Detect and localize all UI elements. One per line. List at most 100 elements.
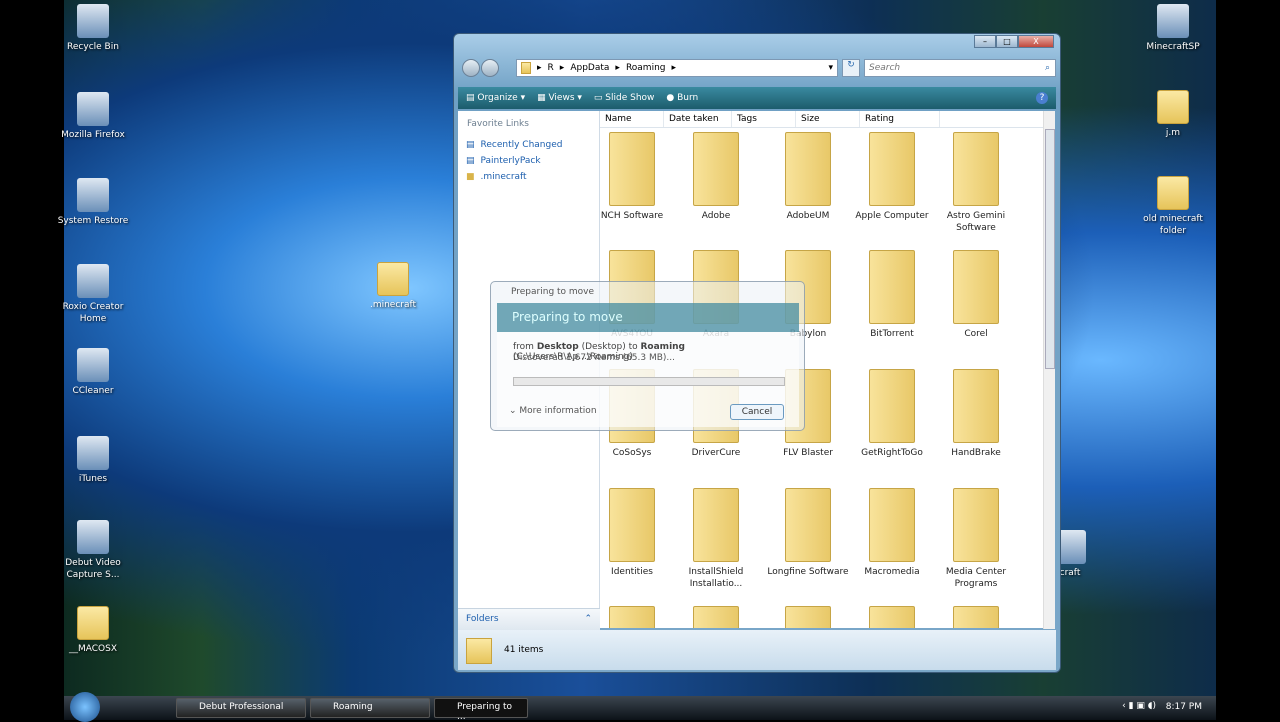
folder-icon [785, 606, 831, 628]
folder-item[interactable]: Corel [934, 250, 1018, 340]
desktop-icon-2[interactable]: System Restore [53, 178, 133, 227]
folder-item[interactable] [600, 606, 674, 628]
scroll-thumb[interactable] [1045, 129, 1055, 369]
desktop-icon-1[interactable]: Mozilla Firefox [53, 92, 133, 141]
desktop-icon-jm-icon [1157, 90, 1189, 124]
folder-icon [869, 488, 915, 562]
clock[interactable]: 8:17 PM [1166, 702, 1202, 712]
burn-button[interactable]: ● Burn [666, 93, 698, 103]
address-bar[interactable]: ▸ R ▸ AppData ▸ Roaming ▸ ▾ [516, 59, 838, 77]
desktop-icon-old-minecraft[interactable]: old minecraft folder [1133, 176, 1213, 237]
folder-item[interactable]: NCH Software [600, 132, 674, 222]
chevron-up-icon: ⌃ [584, 614, 592, 624]
vertical-scrollbar[interactable] [1043, 111, 1055, 629]
desktop-icon-1-icon [77, 92, 109, 126]
folder-item[interactable] [674, 606, 758, 628]
column-rating[interactable]: Rating [860, 111, 940, 127]
column-name[interactable]: Name [600, 111, 664, 127]
toolbar: ▤ Organize ▾ ▦ Views ▾ ▭ Slide Show ● Bu… [458, 87, 1056, 109]
slideshow-button[interactable]: ▭ Slide Show [594, 93, 654, 103]
folder-item[interactable]: GetRightToGo [850, 369, 934, 459]
folder-item[interactable]: HandBrake [934, 369, 1018, 459]
link-painterlypack[interactable]: ▤ PainterlyPack [458, 153, 599, 169]
folder-icon [785, 132, 831, 206]
desktop-icon-jm[interactable]: j.m [1133, 90, 1213, 139]
folder-icon [521, 62, 531, 74]
desktop-icon-minecraft[interactable]: .minecraft [353, 262, 433, 311]
folder-item[interactable]: Media Center Programs [934, 488, 1018, 590]
folder-item[interactable] [850, 606, 934, 628]
folder-icon [785, 488, 831, 562]
search-input[interactable]: Search ⌕ [864, 59, 1056, 77]
breadcrumb-sep: ▸ [671, 63, 677, 73]
organize-button[interactable]: ▤ Organize ▾ [466, 93, 525, 103]
link-minecraft[interactable]: ■ .minecraft [458, 169, 599, 185]
close-button[interactable]: X [1018, 35, 1054, 48]
desktop-icon-old-minecraft-icon [1157, 176, 1189, 210]
breadcrumb-sep: ▸ [559, 63, 565, 73]
folder-item[interactable]: BitTorrent [850, 250, 934, 340]
folder-icon [869, 132, 915, 206]
breadcrumb-roaming[interactable]: Roaming [626, 63, 666, 73]
taskbar-debut[interactable]: Debut Professional [176, 698, 306, 718]
column-date-taken[interactable]: Date taken [664, 111, 732, 127]
taskbar-roaming[interactable]: Roaming [310, 698, 430, 718]
cancel-button[interactable]: Cancel [730, 404, 784, 420]
maximize-button[interactable]: □ [996, 35, 1018, 48]
search-icon: ⌕ [1044, 63, 1050, 73]
column-tags[interactable]: Tags [732, 111, 796, 127]
folder-item[interactable]: Identities [600, 488, 674, 578]
folder-item[interactable]: Adobe [674, 132, 758, 222]
chevron-down-icon[interactable]: ▾ [828, 63, 833, 73]
favorite-links-title: Favorite Links [467, 119, 529, 129]
folder-item[interactable]: AdobeUM [766, 132, 850, 222]
item-count: 41 items [504, 645, 544, 655]
desktop-icon-3[interactable]: Roxio Creator Home [53, 264, 133, 325]
breadcrumb-appdata[interactable]: AppData [570, 63, 609, 73]
back-button[interactable] [462, 59, 480, 77]
folder-icon [693, 606, 739, 628]
folder-icon [953, 488, 999, 562]
forward-button[interactable] [481, 59, 499, 77]
column-size[interactable]: Size [796, 111, 860, 127]
folder-item[interactable]: InstallShield Installatio... [674, 488, 758, 590]
more-information-button[interactable]: ⌄ More information [509, 406, 597, 416]
taskbar-preparing[interactable]: Preparing to ... [434, 698, 528, 722]
folder-icon [869, 250, 915, 324]
desktop-icon-4-icon [77, 348, 109, 382]
desktop-icon-4[interactable]: CCleaner [53, 348, 133, 397]
folder-item[interactable] [766, 606, 850, 628]
desktop-icon-3-icon [77, 264, 109, 298]
folder-icon [693, 488, 739, 562]
desktop-icon-6[interactable]: Debut Video Capture S... [53, 520, 133, 581]
desktop-icon-2-icon [77, 178, 109, 212]
desktop-icon-0[interactable]: Recycle Bin [53, 4, 133, 53]
breadcrumb-r[interactable]: R [548, 63, 554, 73]
folder-item[interactable] [934, 606, 1018, 628]
status-bar: 41 items [458, 630, 1056, 670]
dialog-title: Preparing to move [511, 287, 595, 297]
folder-icon [953, 132, 999, 206]
minimize-button[interactable]: – [974, 35, 996, 48]
folder-icon [466, 638, 492, 664]
folder-item[interactable]: Apple Computer [850, 132, 934, 222]
refresh-icon[interactable]: ↻ [842, 59, 860, 77]
folder-item[interactable]: Astro Gemini Software [934, 132, 1018, 234]
folders-toggle[interactable]: Folders ⌃ [458, 608, 600, 630]
folder-icon [693, 132, 739, 206]
desktop-icon-5-icon [77, 436, 109, 470]
taskbar: Debut Professional Roaming Preparing to … [64, 692, 1216, 722]
start-button[interactable] [70, 692, 100, 722]
desktop-icon-minecraftsp-icon [1157, 4, 1189, 38]
folder-item[interactable]: Longfine Software [766, 488, 850, 578]
column-headers: Name Date taken Tags Size Rating [600, 111, 1043, 128]
folder-item[interactable]: Macromedia [850, 488, 934, 578]
views-button[interactable]: ▦ Views ▾ [537, 93, 582, 103]
help-icon[interactable]: ? [1036, 92, 1048, 104]
folder-icon [609, 606, 655, 628]
desktop-icon-minecraftsp[interactable]: MinecraftSP [1133, 4, 1213, 53]
tray-icons[interactable]: ‹ ▮ ▣ ◖) [1122, 701, 1156, 711]
desktop-icon-5[interactable]: iTunes [53, 436, 133, 485]
desktop-icon-7[interactable]: __MACOSX [53, 606, 133, 655]
link-recently-changed[interactable]: ▤ Recently Changed [458, 137, 599, 153]
